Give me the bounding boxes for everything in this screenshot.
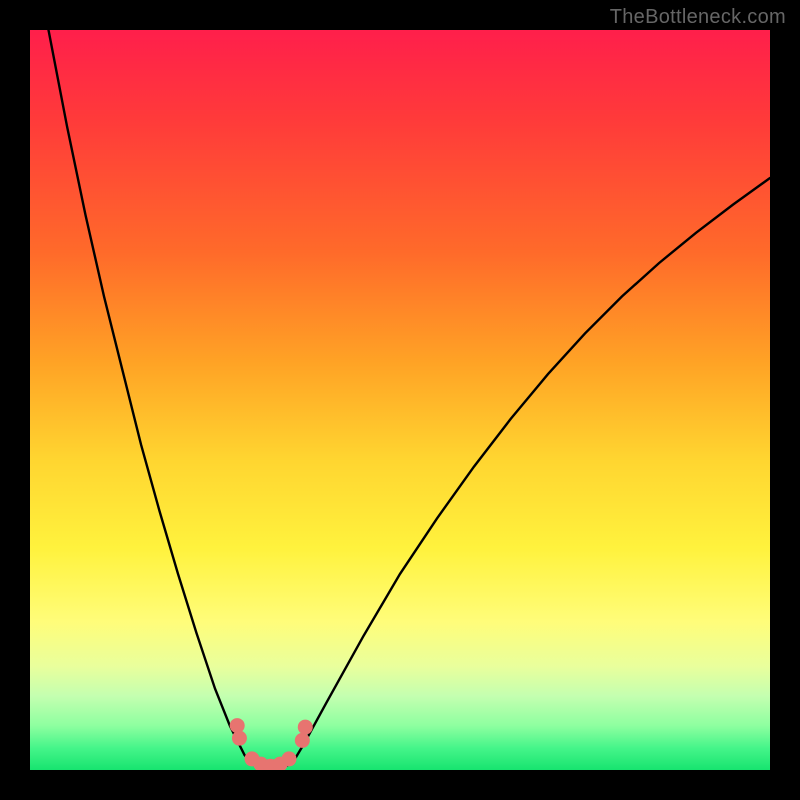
curve-left-branch [49,30,253,763]
trough-marker [295,733,310,748]
watermark-text: TheBottleneck.com [610,6,786,29]
curve-right-branch [293,178,770,763]
trough-marker [298,720,313,735]
chart-svg [30,30,770,770]
plot-area [30,30,770,770]
chart-frame: TheBottleneck.com [0,0,800,800]
trough-marker [282,751,297,766]
trough-marker [232,731,247,746]
trough-marker [230,718,245,733]
trough-markers [230,718,313,770]
